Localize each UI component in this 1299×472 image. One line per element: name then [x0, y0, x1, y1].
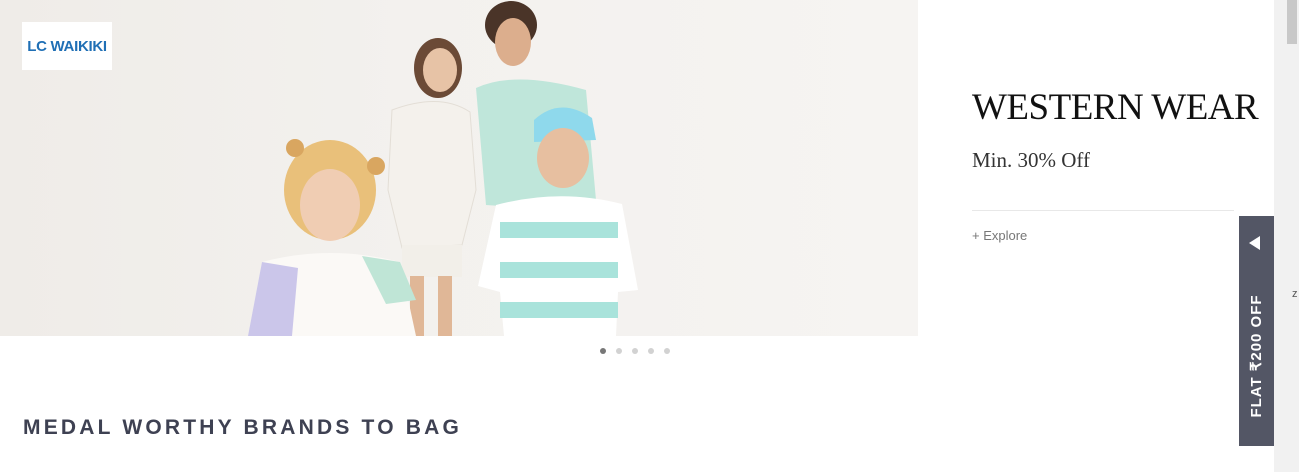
hero-banner-image[interactable]: LC WAIKIKI	[0, 0, 918, 336]
carousel-dot-3[interactable]	[632, 348, 638, 354]
boy-stripe-1	[500, 222, 618, 238]
girl-bun-right	[367, 157, 385, 175]
promo-title: WESTERN WEAR	[972, 87, 1259, 128]
girl-sleeve-lilac	[248, 262, 298, 336]
boy-face	[537, 128, 589, 188]
offer-tab-label: FLAT ₹200 OFF	[1248, 294, 1265, 418]
man-face	[495, 18, 531, 66]
promo-subtitle: Min. 30% Off	[972, 148, 1091, 172]
scrollbar-glyph: z	[1292, 288, 1298, 300]
brand-logo-text: LC WAIKIKI	[27, 37, 107, 55]
woman-leg-right	[438, 276, 452, 336]
brand-logo: LC WAIKIKI	[22, 22, 112, 70]
explore-link[interactable]: + Explore	[972, 228, 1027, 243]
left-arrow-icon[interactable]	[1249, 236, 1260, 250]
hero-photo	[248, 1, 638, 336]
boy-stripe-3	[500, 302, 618, 318]
boy-stripe-2	[500, 262, 618, 278]
girl-bun-left	[286, 139, 304, 157]
scrollbar-thumb[interactable]	[1287, 0, 1297, 44]
page: LC WAIKIKI WESTERN WEAR Min. 30% Off + E…	[0, 0, 1274, 472]
carousel-dots	[600, 348, 670, 354]
carousel-dot-5[interactable]	[664, 348, 670, 354]
carousel-dot-2[interactable]	[616, 348, 622, 354]
woman-shirt	[387, 101, 477, 249]
promo-divider	[972, 210, 1234, 211]
offer-side-tab[interactable]: FLAT ₹200 OFF	[1239, 216, 1274, 446]
carousel-dot-4[interactable]	[648, 348, 654, 354]
woman-shorts	[402, 245, 462, 277]
woman-face	[423, 48, 457, 92]
scrollbar-track[interactable]	[1274, 0, 1299, 472]
carousel-dot-1[interactable]	[600, 348, 606, 354]
section-title: MEDAL WORTHY BRANDS TO BAG	[23, 416, 463, 439]
girl-face	[300, 169, 360, 241]
